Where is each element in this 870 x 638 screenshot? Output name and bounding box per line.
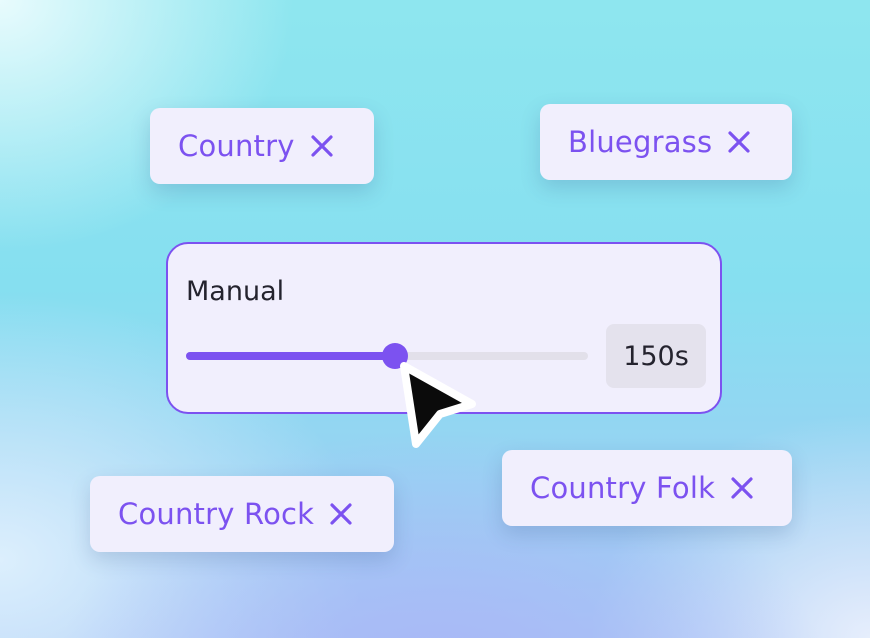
close-icon[interactable] — [731, 477, 753, 499]
close-icon[interactable] — [728, 131, 750, 153]
chip-label: Country Folk — [530, 471, 716, 505]
close-icon[interactable] — [330, 503, 352, 525]
slider-fill — [186, 352, 396, 360]
slider-value: 150s — [606, 324, 706, 388]
panel-title: Manual — [186, 276, 285, 307]
chip-label: Bluegrass — [568, 125, 713, 159]
genre-chip-country-folk[interactable]: Country Folk — [502, 450, 792, 526]
cursor-arrow-icon — [400, 362, 476, 448]
genre-chip-bluegrass[interactable]: Bluegrass — [540, 104, 792, 180]
genre-chip-country[interactable]: Country — [150, 108, 374, 184]
chip-label: Country — [178, 129, 295, 163]
genre-chip-country-rock[interactable]: Country Rock — [90, 476, 394, 552]
close-icon[interactable] — [311, 135, 333, 157]
chip-label: Country Rock — [118, 497, 315, 531]
slider-track[interactable] — [186, 343, 588, 369]
